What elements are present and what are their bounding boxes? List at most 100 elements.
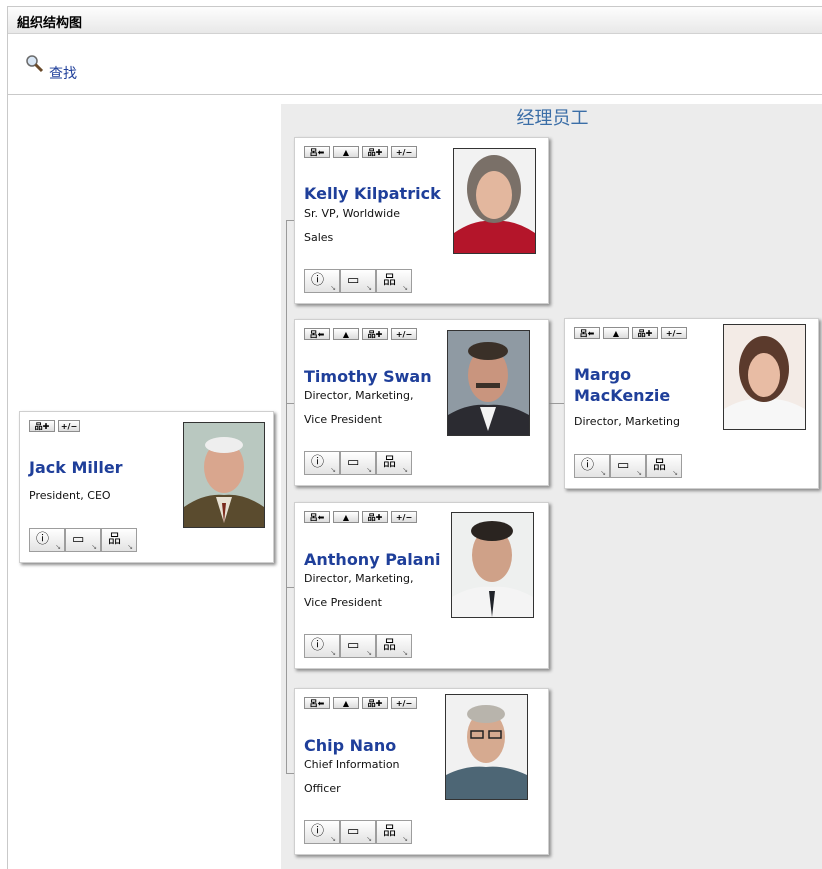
connector-line — [286, 587, 294, 588]
employee-title: Director, Marketing, — [304, 389, 414, 402]
orgchart-icon: 品 — [383, 824, 397, 839]
employee-title: President, CEO — [29, 489, 111, 502]
info-button[interactable]: ⓘ ↘ — [304, 634, 340, 658]
toggle-button[interactable]: +/− — [58, 420, 80, 432]
info-button[interactable]: ⓘ ↘ — [574, 454, 610, 478]
connector-line — [548, 403, 564, 404]
orgchart-button[interactable]: 品 ↘ — [376, 634, 412, 658]
connector-line — [286, 220, 294, 221]
toolbar: 查找 — [8, 34, 822, 95]
contact-card-icon: ▭ — [347, 638, 360, 653]
find-link[interactable]: 查找 — [25, 54, 77, 83]
info-icon: ⓘ — [311, 273, 325, 288]
up-to-manager-button[interactable]: 呂⬅ — [304, 328, 330, 340]
employee-card-anthony-palani[interactable]: 呂⬅ ▲ 品✚ +/− Anthony Palani Director, Mar… — [294, 502, 549, 669]
employee-title-line2: Officer — [304, 782, 341, 795]
up-button[interactable]: ▲ — [603, 327, 629, 339]
employee-title: Director, Marketing, — [304, 572, 414, 585]
toggle-button[interactable]: +/− — [391, 146, 417, 158]
expand-reports-button[interactable]: 品✚ — [362, 328, 388, 340]
employee-name-line1[interactable]: Margo — [574, 364, 631, 385]
magnifier-icon — [26, 55, 44, 73]
employee-name-line2[interactable]: MacKenzie — [574, 385, 670, 406]
info-icon: ⓘ — [581, 458, 595, 473]
info-button[interactable]: ⓘ ↘ — [304, 269, 340, 293]
info-icon: ⓘ — [311, 455, 325, 470]
orgchart-icon: 品 — [108, 532, 122, 547]
toggle-button[interactable]: +/− — [391, 697, 417, 709]
expand-reports-button[interactable]: 品✚ — [362, 146, 388, 158]
info-icon: ⓘ — [311, 638, 325, 653]
contact-card-icon: ▭ — [347, 455, 360, 470]
employee-name[interactable]: Timothy Swan — [304, 366, 432, 387]
employee-title: Director, Marketing — [574, 415, 681, 428]
expand-reports-button[interactable]: 品✚ — [362, 511, 388, 523]
find-label[interactable]: 查找 — [49, 63, 77, 83]
contact-card-icon: ▭ — [617, 458, 630, 473]
up-button[interactable]: ▲ — [333, 697, 359, 709]
title-bar: 組织结构图 — [8, 7, 822, 34]
up-button[interactable]: ▲ — [333, 328, 359, 340]
contact-button[interactable]: ▭ ↘ — [340, 451, 376, 475]
employee-name[interactable]: Anthony Palani — [304, 549, 440, 570]
orgchart-icon: 品 — [383, 638, 397, 653]
orgchart-icon: 品 — [383, 273, 397, 288]
expand-reports-button[interactable]: 品✚ — [362, 697, 388, 709]
up-to-manager-button[interactable]: 呂⬅ — [304, 146, 330, 158]
contact-button[interactable]: ▭ ↘ — [340, 634, 376, 658]
toggle-button[interactable]: +/− — [391, 328, 417, 340]
toggle-button[interactable]: +/− — [391, 511, 417, 523]
employee-photo — [451, 512, 534, 618]
employee-photo — [445, 694, 528, 800]
employee-title-line2: Vice President — [304, 413, 382, 426]
info-icon: ⓘ — [36, 532, 50, 547]
employee-card-jack-miller[interactable]: 品✚ +/− Jack Miller President, CEO ⓘ ↘ ▭ ↘ … — [19, 411, 274, 563]
employee-name[interactable]: Jack Miller — [29, 457, 123, 478]
connector-line — [286, 773, 294, 774]
contact-button[interactable]: ▭ ↘ — [340, 269, 376, 293]
employee-card-margo-mackenzie[interactable]: 呂⬅ ▲ 品✚ +/− Margo MacKenzie Director, Ma… — [564, 318, 819, 489]
orgchart-icon: 品 — [653, 458, 667, 473]
employee-photo — [183, 422, 265, 528]
contact-button[interactable]: ▭ ↘ — [65, 528, 101, 552]
window-title: 組织结构图 — [17, 16, 83, 31]
employee-title-line2: Vice President — [304, 596, 382, 609]
section-heading: 经理员工 — [516, 108, 589, 129]
up-to-manager-button[interactable]: 呂⬅ — [304, 511, 330, 523]
orgchart-button[interactable]: 品 ↘ — [101, 528, 137, 552]
employee-card-kelly-kilpatrick[interactable]: 呂⬅ ▲ 品✚ +/− Kelly Kilpatrick Sr. VP, Wor… — [294, 137, 549, 304]
employee-title: Sr. VP, Worldwide — [304, 207, 400, 220]
employee-name[interactable]: Kelly Kilpatrick — [304, 183, 441, 204]
employee-title: Chief Information — [304, 758, 400, 771]
toggle-button[interactable]: +/− — [661, 327, 687, 339]
up-button[interactable]: ▲ — [333, 146, 359, 158]
info-button[interactable]: ⓘ ↘ — [29, 528, 65, 552]
employee-card-chip-nano[interactable]: 呂⬅ ▲ 品✚ +/− Chip Nano Chief Information … — [294, 688, 549, 855]
orgchart-icon: 品 — [383, 455, 397, 470]
orgchart-button[interactable]: 品 ↘ — [376, 451, 412, 475]
employee-card-timothy-swan[interactable]: 呂⬅ ▲ 品✚ +/− Timothy Swan Director, Marke… — [294, 319, 549, 486]
contact-card-icon: ▭ — [347, 273, 360, 288]
orgchart-button[interactable]: 品 ↘ — [376, 269, 412, 293]
info-icon: ⓘ — [311, 824, 325, 839]
up-to-manager-button[interactable]: 呂⬅ — [574, 327, 600, 339]
employee-photo — [723, 324, 806, 430]
orgchart-button[interactable]: 品 ↘ — [646, 454, 682, 478]
contact-button[interactable]: ▭ ↘ — [610, 454, 646, 478]
contact-button[interactable]: ▭ ↘ — [340, 820, 376, 844]
contact-card-icon: ▭ — [347, 824, 360, 839]
employee-title-line2: Sales — [304, 231, 334, 244]
info-button[interactable]: ⓘ ↘ — [304, 451, 340, 475]
expand-reports-button[interactable]: 品✚ — [29, 420, 55, 432]
contact-card-icon: ▭ — [72, 532, 85, 547]
up-to-manager-button[interactable]: 呂⬅ — [304, 697, 330, 709]
expand-reports-button[interactable]: 品✚ — [632, 327, 658, 339]
info-button[interactable]: ⓘ ↘ — [304, 820, 340, 844]
employee-photo — [453, 148, 536, 254]
orgchart-button[interactable]: 品 ↘ — [376, 820, 412, 844]
employee-photo — [447, 330, 530, 436]
up-button[interactable]: ▲ — [333, 511, 359, 523]
employee-name[interactable]: Chip Nano — [304, 735, 396, 756]
connector-line — [286, 220, 287, 773]
connector-line — [286, 403, 294, 404]
